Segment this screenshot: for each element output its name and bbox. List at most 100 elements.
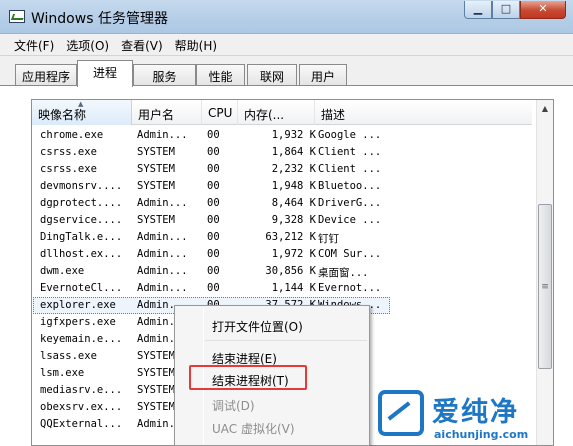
table-row[interactable]: DingTalk.e... Admin... 00 63,212 K 钉钉 xyxy=(32,229,532,246)
menu-bar: 文件(F) 选项(O) 查看(V) 帮助(H) xyxy=(0,34,573,56)
cell-cpu: 00 xyxy=(207,163,220,175)
cell-name: mediasrv.e... xyxy=(40,384,123,396)
cell-cpu: 00 xyxy=(207,282,220,294)
cell-user: Admin... xyxy=(137,231,188,243)
column-image-name-label: 映像名称 xyxy=(38,108,87,122)
column-image-name[interactable]: ▲ 映像名称 xyxy=(32,100,132,125)
cell-name: dwm.exe xyxy=(40,265,85,277)
column-user-name[interactable]: 用户名 xyxy=(132,100,202,125)
menu-help[interactable]: 帮助(H) xyxy=(169,34,223,55)
table-row[interactable]: chrome.exe Admin... 00 1,932 K Google ... xyxy=(32,127,532,144)
cell-name: QQExternal... xyxy=(40,418,123,430)
cell-memory: 9,328 K xyxy=(271,214,316,226)
cell-description: 钉钉 xyxy=(318,233,339,245)
minimize-button[interactable]: ▁ xyxy=(464,1,492,19)
cell-memory: 1,144 K xyxy=(271,282,316,294)
cell-description: Google ... xyxy=(318,129,382,141)
table-row[interactable]: dgservice.... SYSTEM 00 9,328 K Device ... xyxy=(32,212,532,229)
watermark-title: 爱纯净 xyxy=(432,397,519,428)
cell-name: EvernoteCl... xyxy=(40,282,123,294)
table-row[interactable]: dwm.exe Admin... 00 30,856 K 桌面窗... xyxy=(32,263,532,280)
scroll-up-arrow-icon[interactable]: ▲ xyxy=(537,100,553,117)
cell-cpu: 00 xyxy=(207,265,220,277)
cell-memory: 8,464 K xyxy=(271,197,316,209)
context-menu: 打开文件位置(O) 结束进程(E) 结束进程树(T) 调试(D) UAC 虚拟化… xyxy=(174,305,370,446)
cell-name: keyemain.e... xyxy=(40,333,123,345)
table-row[interactable]: dllhost.ex... Admin... 00 1,972 K COM Sur... xyxy=(32,246,532,263)
menu-view[interactable]: 查看(V) xyxy=(115,34,169,55)
cell-user: Admin... xyxy=(137,265,188,277)
cell-description: Evernot... xyxy=(318,282,382,294)
cell-cpu: 00 xyxy=(207,231,220,243)
cell-cpu: 00 xyxy=(207,248,220,260)
cell-name: dllhost.ex... xyxy=(40,248,123,260)
tab-applications[interactable]: 应用程序 xyxy=(15,64,77,86)
cell-name: explorer.exe xyxy=(40,299,116,311)
cell-name: csrss.exe xyxy=(40,146,97,158)
cell-name: lsm.exe xyxy=(40,367,85,379)
cell-name: dgservice.... xyxy=(40,214,123,226)
cell-name: csrss.exe xyxy=(40,163,97,175)
watermark: 爱纯净 aichunjing.com xyxy=(374,390,573,446)
brand-logo-icon xyxy=(378,390,424,436)
cell-memory: 63,212 K xyxy=(265,231,316,243)
cell-description: Client ... xyxy=(318,146,382,158)
tab-processes[interactable]: 进程 xyxy=(77,60,133,87)
column-headers: ▲ 映像名称 用户名 CPU 内存(... 描述 xyxy=(32,100,532,125)
menu-open-file-location[interactable]: 打开文件位置(O) xyxy=(212,318,303,335)
cell-name: igfxpers.exe xyxy=(40,316,116,328)
column-description[interactable]: 描述 xyxy=(315,100,532,125)
cell-name: lsass.exe xyxy=(40,350,97,362)
menu-file[interactable]: 文件(F) xyxy=(8,34,60,55)
cell-name: dgprotect.... xyxy=(40,197,123,209)
table-row[interactable]: dgprotect.... Admin... 00 8,464 K DriverG... xyxy=(32,195,532,212)
cell-cpu: 00 xyxy=(207,197,220,209)
cell-memory: 1,864 K xyxy=(271,146,316,158)
column-memory[interactable]: 内存(... xyxy=(238,100,315,125)
close-button[interactable]: ✕ xyxy=(520,1,566,19)
cell-description: Bluetoo... xyxy=(318,180,382,192)
cell-name: chrome.exe xyxy=(40,129,104,141)
cell-description: Client ... xyxy=(318,163,382,175)
cell-cpu: 00 xyxy=(207,129,220,141)
column-cpu[interactable]: CPU xyxy=(202,100,238,125)
menu-debug: 调试(D) xyxy=(212,399,255,413)
tab-services[interactable]: 服务 xyxy=(133,64,196,86)
tab-users[interactable]: 用户 xyxy=(299,64,347,86)
cell-user: Admin... xyxy=(137,282,188,294)
cell-name: obexsrv.ex... xyxy=(40,401,123,413)
cell-cpu: 00 xyxy=(207,180,220,192)
cell-description: COM Sur... xyxy=(318,248,382,260)
menu-options[interactable]: 选项(O) xyxy=(60,34,115,55)
cell-name: devmonsrv.... xyxy=(40,180,123,192)
highlight-box xyxy=(189,365,307,390)
cell-user: SYSTEM xyxy=(137,214,175,226)
table-row[interactable]: devmonsrv.... SYSTEM 00 1,948 K Bluetoo... xyxy=(32,178,532,195)
cell-cpu: 00 xyxy=(207,146,220,158)
cell-memory: 1,972 K xyxy=(271,248,316,260)
cell-user: Admin... xyxy=(137,197,188,209)
table-row[interactable]: EvernoteCl... Admin... 00 1,144 K Evernot... xyxy=(32,280,532,297)
cell-user: Admin... xyxy=(137,248,188,260)
tab-strip: 应用程序 进程 服务 性能 联网 用户 xyxy=(0,56,573,87)
tab-networking[interactable]: 联网 xyxy=(247,64,297,86)
table-row[interactable]: csrss.exe SYSTEM 00 2,232 K Client ... xyxy=(32,161,532,178)
cell-cpu: 00 xyxy=(207,214,220,226)
sort-ascending-icon: ▲ xyxy=(78,100,84,108)
cell-memory: 2,232 K xyxy=(271,163,316,175)
cell-user: SYSTEM xyxy=(137,146,175,158)
cell-description: Device ... xyxy=(318,214,382,226)
cell-user: Admin... xyxy=(137,129,188,141)
tab-performance[interactable]: 性能 xyxy=(196,64,245,86)
cell-user: SYSTEM xyxy=(137,163,175,175)
table-row[interactable]: csrss.exe SYSTEM 00 1,864 K Client ... xyxy=(32,144,532,161)
task-manager-icon xyxy=(9,10,25,23)
menu-uac-virtualization: UAC 虚拟化(V) xyxy=(212,422,295,436)
menu-separator xyxy=(205,340,367,341)
maximize-button[interactable]: □ xyxy=(492,1,520,19)
cell-description: 桌面窗... xyxy=(318,267,369,279)
window-controls: ▁ □ ✕ xyxy=(464,1,566,19)
cell-user: SYSTEM xyxy=(137,180,175,192)
scroll-thumb[interactable]: ≡ xyxy=(538,204,552,369)
cell-description: DriverG... xyxy=(318,197,382,209)
